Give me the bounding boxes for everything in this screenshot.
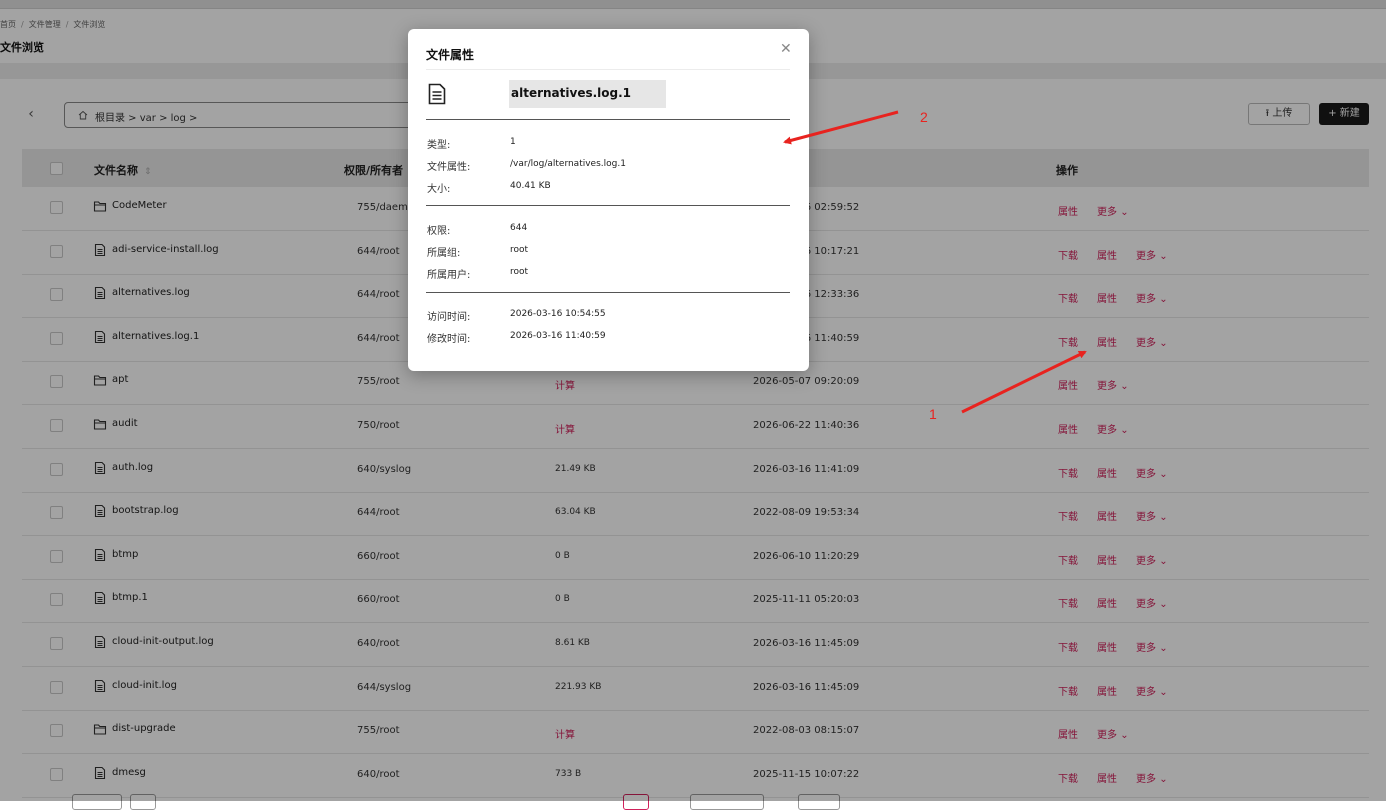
field-label-type: 类型: [427,140,451,151]
field-value-owner: root [510,267,529,277]
field-label-size: 大小: [427,184,451,195]
field-value-permission: 644 [510,223,528,233]
field-label-modify-time: 修改时间: [427,334,471,345]
field-label-owner: 所属用户: [427,270,471,281]
close-icon[interactable]: ✕ [780,41,792,57]
field-label-access-time: 访问时间: [427,312,471,323]
file-icon [428,83,446,105]
field-value-size: 40.41 KB [510,181,551,191]
dialog-title: 文件属性 [426,48,475,62]
field-value-group: root [510,245,529,255]
divider [426,205,790,206]
dialog-filename: alternatives.log.1 [511,86,632,100]
field-value-type: 1 [510,137,516,147]
field-value-modify-time: 2026-03-16 11:40:59 [510,331,606,341]
field-label-permission: 权限: [427,226,451,237]
divider [426,69,790,70]
field-label-group: 所属组: [427,248,461,259]
file-properties-dialog: 文件属性 ✕ alternatives.log.1 类型: 1 文件属性: /v… [408,29,809,371]
field-value-path: /var/log/alternatives.log.1 [510,159,626,169]
field-label-path: 文件属性: [427,162,471,173]
field-value-access-time: 2026-03-16 10:54:55 [510,309,606,319]
divider [426,292,790,293]
divider [426,119,790,120]
